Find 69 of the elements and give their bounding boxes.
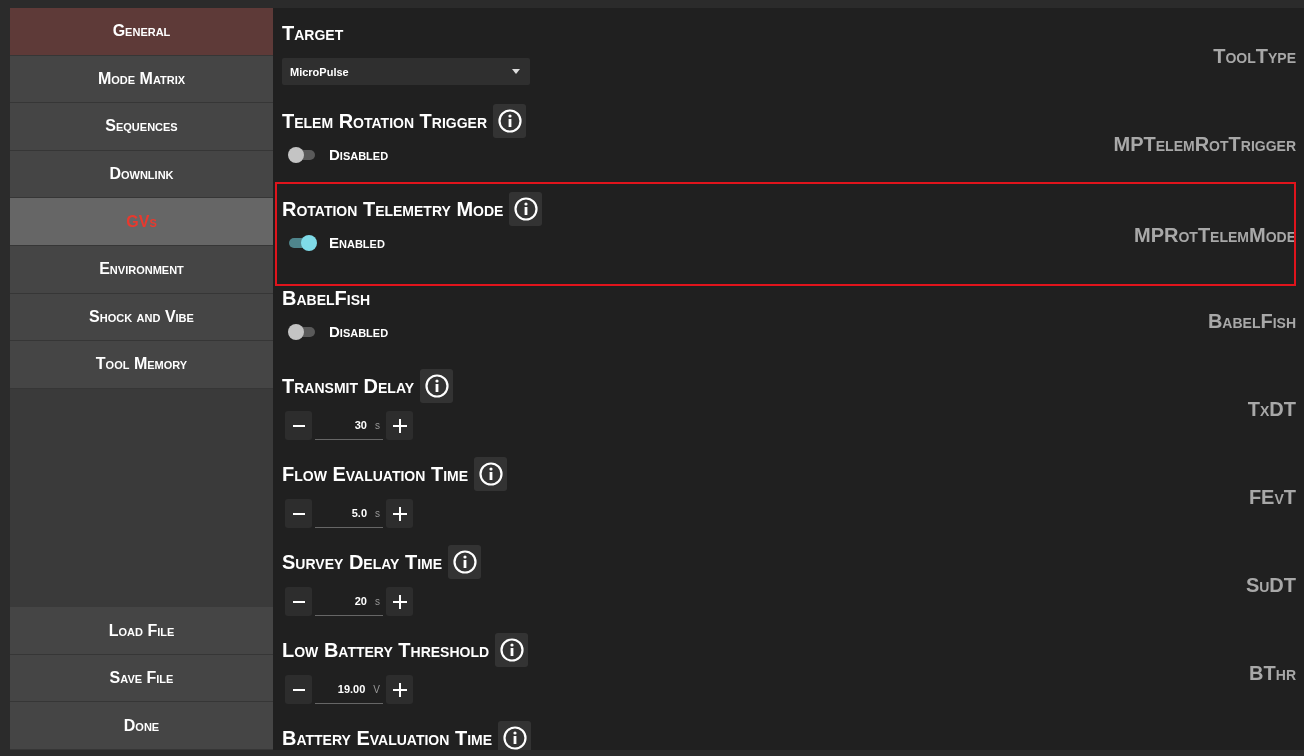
variable-code: FEvT — [1248, 485, 1296, 509]
number-field[interactable]: 20 s — [315, 587, 383, 616]
decrement-button[interactable] — [285, 411, 312, 440]
nav-item[interactable]: Sequences — [10, 103, 273, 151]
variable-code: TxDT — [1247, 397, 1296, 421]
info-icon — [478, 462, 503, 486]
plus-icon — [392, 594, 407, 609]
target-dropdown[interactable]: MicroPulse — [282, 58, 530, 85]
toggle-label: Enabled — [329, 234, 385, 251]
action-button[interactable]: Done — [10, 702, 273, 750]
plus-icon — [392, 418, 407, 433]
nav-item[interactable]: Mode Matrix — [10, 55, 273, 104]
toggle-switch[interactable] — [289, 149, 315, 160]
toggle-label: Disabled — [329, 146, 389, 163]
action-button[interactable]: Save File — [10, 654, 273, 703]
decrement-button[interactable] — [285, 675, 312, 704]
variable-code: BabelFish — [1207, 309, 1296, 333]
action-button[interactable]: Load File — [10, 607, 273, 655]
toggle-switch[interactable] — [289, 237, 315, 248]
info-button[interactable] — [448, 545, 482, 579]
minus-icon — [292, 512, 305, 515]
increment-button[interactable] — [386, 675, 413, 704]
info-icon — [502, 726, 527, 750]
info-icon — [424, 374, 449, 398]
increment-button[interactable] — [386, 587, 413, 616]
variable-code: MPRotTelemMode — [1134, 223, 1296, 247]
nav-item[interactable]: General — [10, 8, 273, 56]
nav-item[interactable]: Shock and Vibe — [10, 293, 273, 342]
decrement-button[interactable] — [285, 587, 312, 616]
increment-button[interactable] — [386, 499, 413, 528]
info-icon — [513, 197, 538, 221]
caret-icon — [512, 69, 520, 74]
number-field[interactable]: 5.0 s — [315, 499, 383, 528]
variable-code: BThr — [1249, 661, 1296, 685]
number-field[interactable]: 30 s — [315, 411, 383, 440]
plus-icon — [392, 506, 407, 521]
variable-code: MPTelemRotTrigger — [1113, 132, 1296, 156]
minus-icon — [292, 688, 305, 691]
info-button[interactable] — [498, 721, 532, 750]
setting-title: BabelFish — [282, 286, 371, 310]
info-button[interactable] — [420, 369, 454, 403]
setting-title: Battery Evaluation Time — [282, 726, 493, 750]
decrement-button[interactable] — [285, 499, 312, 528]
variable-code: ToolType — [1213, 44, 1296, 68]
setting-title: Transmit Delay — [282, 374, 415, 398]
variable-code: SuDT — [1245, 573, 1296, 597]
info-button[interactable] — [509, 192, 543, 226]
plus-icon — [392, 682, 407, 697]
nav-item[interactable]: Environment — [10, 245, 273, 294]
minus-icon — [292, 424, 305, 427]
info-icon — [497, 109, 522, 133]
increment-button[interactable] — [386, 411, 413, 440]
setting-title: Telem Rotation Trigger — [282, 109, 488, 133]
setting-title: Flow Evaluation Time — [282, 462, 468, 486]
setting-title: Survey Delay Time — [282, 550, 443, 574]
info-icon — [499, 638, 524, 662]
setting-title: Target — [282, 21, 344, 45]
info-button[interactable] — [474, 457, 507, 491]
setting-title: Low Battery Threshold — [282, 638, 490, 662]
nav-item[interactable]: Downlink — [10, 150, 273, 199]
info-button[interactable] — [495, 633, 529, 667]
toggle-switch[interactable] — [289, 326, 315, 337]
info-icon — [452, 550, 477, 574]
minus-icon — [292, 600, 305, 603]
number-field[interactable]: 19.00 V — [315, 675, 383, 704]
nav-item[interactable]: Tool Memory — [10, 341, 273, 389]
toggle-label: Disabled — [329, 323, 389, 340]
info-button[interactable] — [493, 104, 527, 138]
setting-title: Rotation Telemetry Mode — [282, 197, 504, 221]
